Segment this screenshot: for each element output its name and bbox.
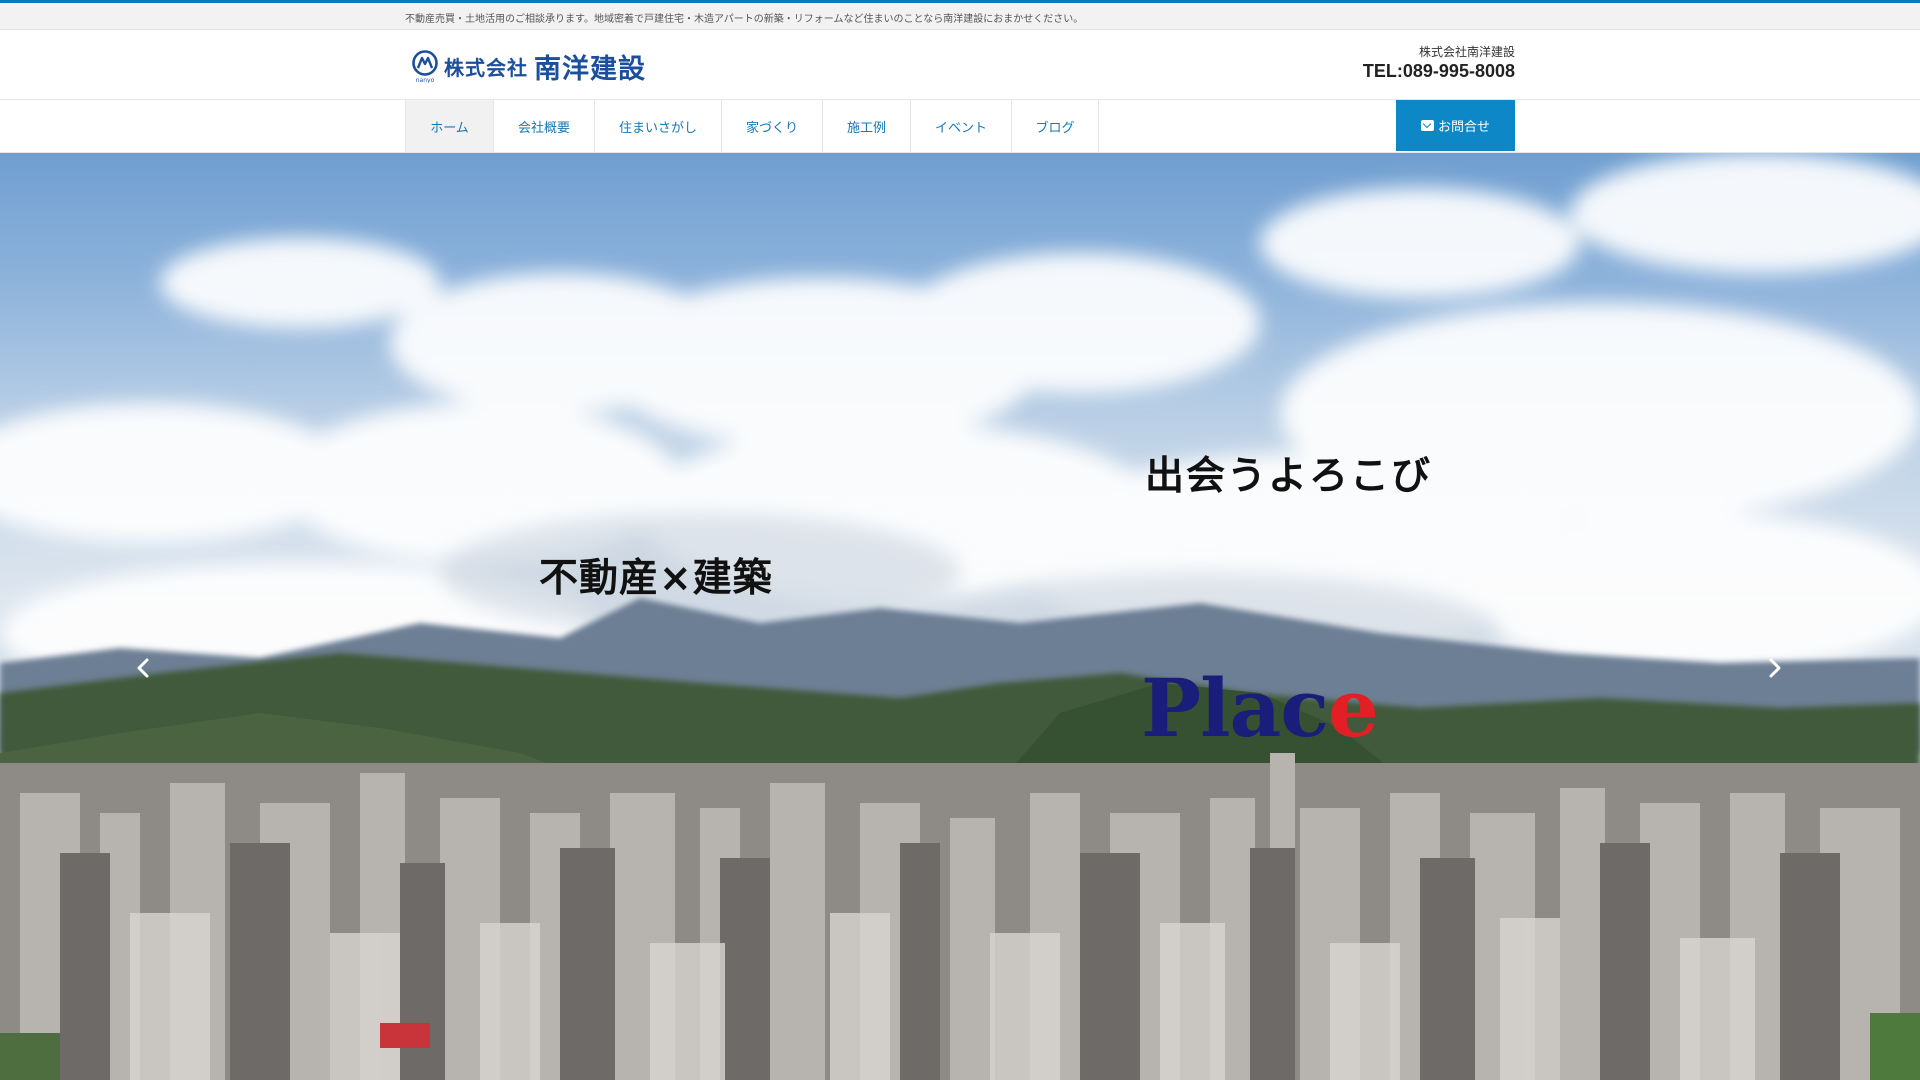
logo-company-type: 株式会社 [444, 55, 528, 80]
logo-company-name: 南洋建設 [534, 53, 646, 85]
mail-icon [1420, 120, 1434, 131]
nav-list: ホーム 会社概要 住まいさがし 家づくり 施工例 イベント ブログ [405, 100, 1099, 152]
place-text-main: Plac [1141, 661, 1329, 755]
contact-phone[interactable]: TEL:089-995-8008 [1363, 60, 1515, 82]
nav-item-house-building[interactable]: 家づくり [721, 100, 822, 152]
nav-item-blog[interactable]: ブログ [1011, 100, 1099, 152]
logo-mark-text: nanyo [416, 77, 435, 83]
hero-place-logo: Place [1141, 661, 1379, 755]
contact-company-name: 株式会社南洋建設 [1418, 45, 1515, 59]
site-logo[interactable]: nanyo 株式会社 南洋建設 [410, 48, 646, 85]
contact-button[interactable]: お問合せ [1396, 100, 1515, 151]
header-contact: 株式会社南洋建設 TEL:089-995-8008 [1363, 44, 1515, 82]
chevron-right-icon [1769, 658, 1781, 678]
hero-slogan-right: 出会うよろこび [1145, 454, 1433, 499]
nav-item-events[interactable]: イベント [910, 100, 1011, 152]
nav-item-works[interactable]: 施工例 [822, 100, 910, 152]
contact-button-label: お問合せ [1437, 120, 1490, 135]
main-navigation: ホーム 会社概要 住まいさがし 家づくり 施工例 イベント ブログ お問合せ [0, 100, 1920, 153]
site-header: nanyo 株式会社 南洋建設 株式会社南洋建設 TEL:089-995-800… [0, 30, 1920, 100]
hero-slogan-left: 不動産×建築 [539, 556, 773, 601]
top-info-bar: 不動産売買・土地活用のご相談承ります。地域密着で戸建住宅・木造アパートの新築・リ… [0, 3, 1920, 30]
logo-mark-icon: nanyo [410, 49, 440, 84]
slider-prev-button[interactable] [128, 653, 158, 683]
chevron-left-icon [137, 658, 149, 678]
top-info-text: 不動産売買・土地活用のご相談承ります。地域密着で戸建住宅・木造アパートの新築・リ… [405, 14, 1084, 25]
hero-landscape-image [0, 153, 1920, 1080]
nav-item-housing-search[interactable]: 住まいさがし [594, 100, 721, 152]
slider-next-button[interactable] [1760, 653, 1790, 683]
hero-slider: 不動産×建築 出会うよろこび Place [0, 153, 1920, 1080]
nav-item-company[interactable]: 会社概要 [493, 100, 594, 152]
nav-item-home[interactable]: ホーム [405, 100, 493, 152]
place-text-accent: e [1328, 661, 1379, 755]
